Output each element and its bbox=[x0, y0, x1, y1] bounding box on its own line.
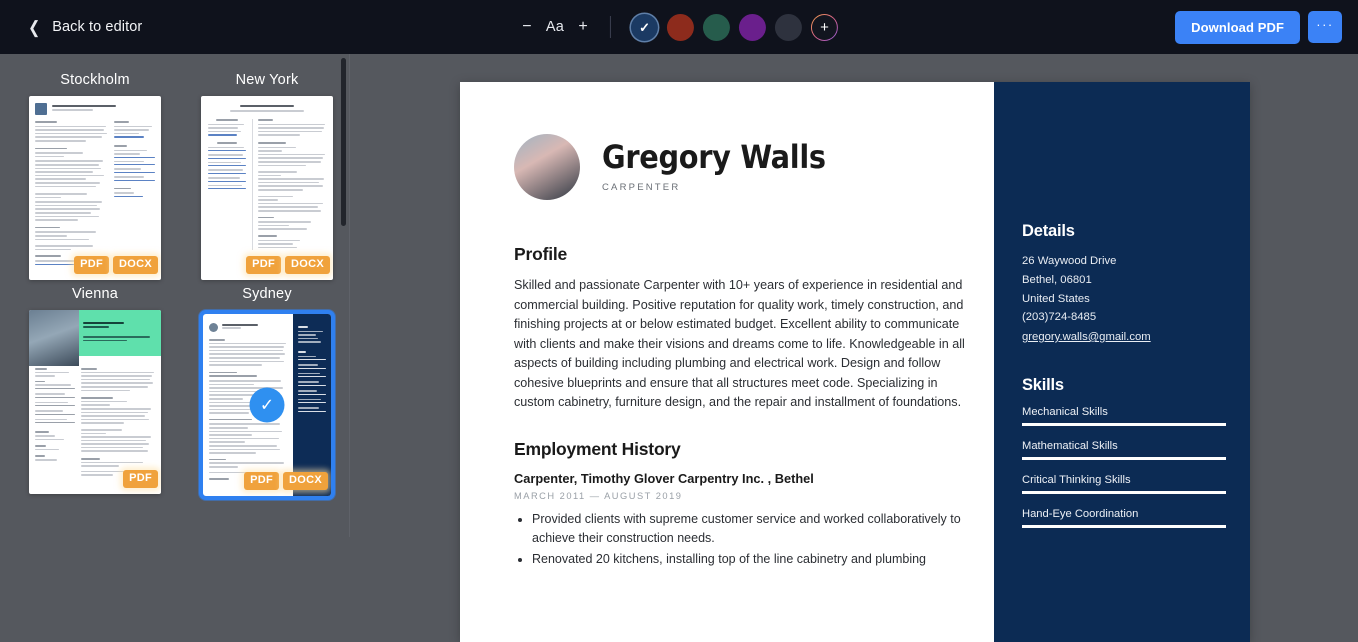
template-thumbnail-new-york[interactable]: PDF DOCX bbox=[201, 96, 333, 280]
badge-pdf: PDF bbox=[123, 470, 158, 488]
color-swatch-forest-green[interactable] bbox=[703, 13, 731, 41]
template-card-vienna[interactable]: Vienna PDF bbox=[19, 286, 171, 500]
workspace: Stockholm PDF DOCX New York PDF DOCX Vie… bbox=[0, 54, 1358, 642]
back-to-editor-label: Back to editor bbox=[52, 19, 143, 35]
badge-pdf: PDF bbox=[246, 256, 282, 274]
employment-history-heading: Employment History bbox=[514, 438, 681, 459]
badge-pdf: PDF bbox=[244, 472, 280, 490]
format-badges: PDF DOCX bbox=[244, 472, 328, 490]
skill-item: Mechanical Skills bbox=[1022, 406, 1226, 426]
badge-docx: DOCX bbox=[283, 472, 328, 490]
download-pdf-button[interactable]: Download PDF bbox=[1175, 10, 1300, 44]
template-thumbnail-vienna[interactable]: PDF bbox=[29, 310, 161, 494]
font-size-controls: − Aa + bbox=[520, 19, 590, 36]
detail-address-line-1: 26 Waywood Drive bbox=[1022, 255, 1117, 267]
font-size-label[interactable]: Aa bbox=[546, 19, 564, 35]
resume-identity: Gregory Walls CARPENTER bbox=[602, 141, 826, 193]
skill-label: Hand-Eye Coordination bbox=[1022, 507, 1139, 520]
thumb-avatar bbox=[29, 310, 80, 366]
detail-address-line-2: Bethel, 06801 bbox=[1022, 273, 1092, 286]
template-name-sydney: Sydney bbox=[242, 286, 292, 302]
panel-divider bbox=[349, 54, 350, 537]
skill-item: Hand-Eye Coordination bbox=[1022, 508, 1226, 528]
job-bullet: Provided clients with supreme customer s… bbox=[532, 510, 974, 548]
resume-name: Gregory Walls bbox=[602, 138, 826, 177]
skill-bar bbox=[1022, 490, 1226, 494]
color-swatch-purple[interactable] bbox=[739, 13, 767, 41]
skill-bar bbox=[1022, 524, 1226, 528]
template-panel-scrollbar[interactable] bbox=[341, 58, 346, 226]
resume-job-role: CARPENTER bbox=[602, 181, 681, 193]
job-bullet-list: Provided clients with supreme customer s… bbox=[514, 510, 974, 569]
format-badges: PDF bbox=[123, 470, 158, 488]
badge-docx: DOCX bbox=[113, 256, 158, 274]
skill-bar bbox=[1022, 456, 1226, 460]
chevron-left-icon: ❮ bbox=[28, 17, 41, 37]
template-thumbnail-sydney[interactable]: ✓ PDF DOCX bbox=[199, 310, 335, 500]
skills-heading: Skills bbox=[1022, 375, 1064, 394]
color-swatch-list: ✓ + bbox=[631, 13, 838, 41]
color-swatch-brick-red[interactable] bbox=[667, 13, 695, 41]
resume-preview-document[interactable]: Gregory Walls CARPENTER Profile Skilled … bbox=[460, 82, 1250, 642]
toolbar-divider bbox=[610, 16, 612, 38]
plus-icon: + bbox=[820, 18, 829, 36]
check-icon: ✓ bbox=[639, 19, 651, 35]
skill-bar bbox=[1022, 422, 1226, 426]
job-title: Carpenter, Timothy Glover Carpentry Inc.… bbox=[514, 470, 814, 486]
template-card-sydney[interactable]: Sydney ✓ PDF DOCX bbox=[191, 286, 340, 500]
resume-header: Gregory Walls CARPENTER bbox=[514, 134, 974, 200]
thumbnail-preview bbox=[201, 96, 333, 280]
skill-item: Critical Thinking Skills bbox=[1022, 474, 1226, 494]
badge-docx: DOCX bbox=[285, 256, 330, 274]
check-icon: ✓ bbox=[259, 395, 275, 414]
thumbnail-preview bbox=[29, 96, 161, 280]
badge-pdf: PDF bbox=[74, 256, 110, 274]
skills-section: Skills Mechanical Skills Mathematical Sk… bbox=[1022, 376, 1226, 528]
detail-phone: (203)724-8485 bbox=[1022, 311, 1097, 324]
template-name-vienna: Vienna bbox=[71, 286, 119, 302]
color-swatch-charcoal[interactable] bbox=[775, 13, 803, 41]
skill-label: Critical Thinking Skills bbox=[1022, 473, 1131, 486]
job-bullet: Renovated 20 kitchens, installing top of… bbox=[532, 550, 974, 569]
more-options-button[interactable]: ··· bbox=[1308, 11, 1342, 43]
thumbnail-preview bbox=[29, 310, 161, 494]
resume-side-column: Details 26 Waywood Drive Bethel, 06801 U… bbox=[994, 82, 1250, 642]
template-grid: Stockholm PDF DOCX New York PDF DOCX Vie… bbox=[19, 72, 340, 500]
profile-heading: Profile bbox=[514, 244, 568, 264]
back-to-editor-button[interactable]: ❮ Back to editor bbox=[27, 19, 142, 36]
template-name-stockholm: Stockholm bbox=[60, 72, 130, 88]
template-selected-check: ✓ bbox=[249, 387, 285, 423]
format-badges: PDF DOCX bbox=[74, 256, 158, 274]
skill-label: Mechanical Skills bbox=[1022, 405, 1108, 418]
template-card-stockholm[interactable]: Stockholm PDF DOCX bbox=[19, 72, 171, 280]
template-thumbnail-stockholm[interactable]: PDF DOCX bbox=[29, 96, 161, 280]
top-toolbar: ❮ Back to editor − Aa + ✓ + Download PDF… bbox=[0, 0, 1358, 54]
avatar bbox=[514, 134, 580, 200]
format-badges: PDF DOCX bbox=[246, 256, 330, 274]
add-custom-color-button[interactable]: + bbox=[811, 14, 838, 41]
template-name-new-york: New York bbox=[235, 72, 299, 88]
skill-item: Mathematical Skills bbox=[1022, 440, 1226, 460]
toolbar-center-controls: − Aa + ✓ + bbox=[520, 13, 838, 41]
toolbar-right-actions: Download PDF ··· bbox=[1175, 10, 1342, 44]
details-heading: Details bbox=[1022, 222, 1075, 240]
template-panel: Stockholm PDF DOCX New York PDF DOCX Vie… bbox=[0, 54, 340, 537]
font-increase-button[interactable]: + bbox=[576, 19, 590, 35]
font-decrease-button[interactable]: − bbox=[520, 19, 534, 35]
thumb-avatar bbox=[35, 103, 47, 115]
resume-main-column: Gregory Walls CARPENTER Profile Skilled … bbox=[460, 82, 994, 642]
color-swatch-navy-blue[interactable]: ✓ bbox=[631, 13, 659, 41]
detail-email-link[interactable]: gregory.walls@gmail.com bbox=[1022, 328, 1151, 347]
detail-country: United States bbox=[1022, 292, 1090, 305]
job-dates: MARCH 2011 — AUGUST 2019 bbox=[514, 490, 683, 501]
template-card-new-york[interactable]: New York PDF DOCX bbox=[191, 72, 340, 280]
profile-text: Skilled and passionate Carpenter with 10… bbox=[514, 278, 965, 410]
skill-label: Mathematical Skills bbox=[1022, 439, 1118, 452]
